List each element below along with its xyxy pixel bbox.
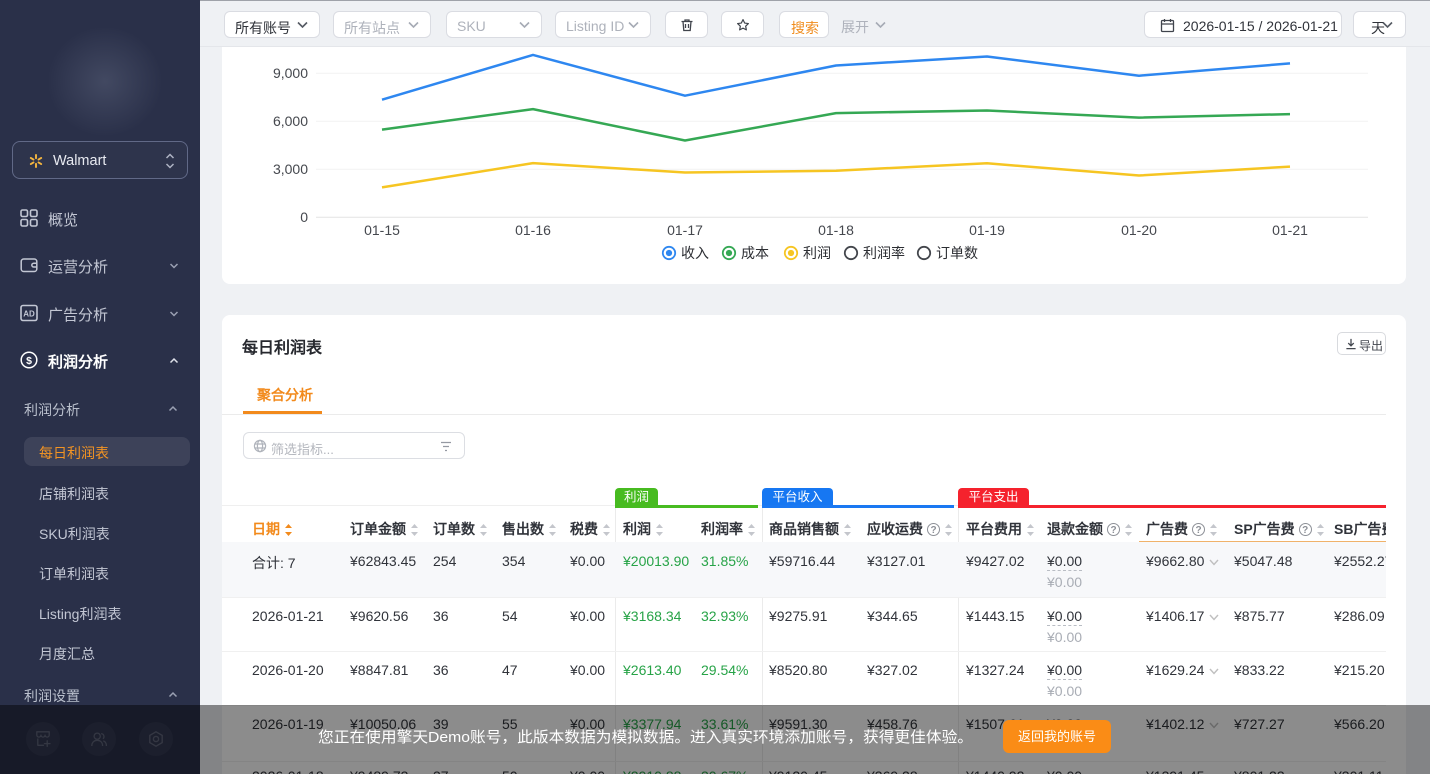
svg-text:9,000: 9,000 — [273, 65, 308, 81]
svg-text:利润: 利润 — [803, 245, 831, 261]
svg-text:$: $ — [26, 355, 32, 367]
svg-text:AD: AD — [23, 310, 35, 319]
svg-text:3,000: 3,000 — [273, 161, 308, 177]
svg-text:01-17: 01-17 — [667, 222, 703, 238]
svg-text:收入: 收入 — [681, 245, 709, 261]
svg-text:01-18: 01-18 — [818, 222, 854, 238]
svg-text:01-15: 01-15 — [364, 222, 400, 238]
svg-text:成本: 成本 — [741, 245, 769, 261]
svg-text:01-21: 01-21 — [1272, 222, 1308, 238]
svg-text:6,000: 6,000 — [273, 113, 308, 129]
svg-text:01-16: 01-16 — [515, 222, 551, 238]
svg-text:01-19: 01-19 — [969, 222, 1005, 238]
svg-text:0: 0 — [300, 209, 308, 225]
svg-text:01-20: 01-20 — [1121, 222, 1157, 238]
svg-text:订单数: 订单数 — [936, 245, 978, 261]
svg-text:利润率: 利润率 — [863, 245, 905, 261]
